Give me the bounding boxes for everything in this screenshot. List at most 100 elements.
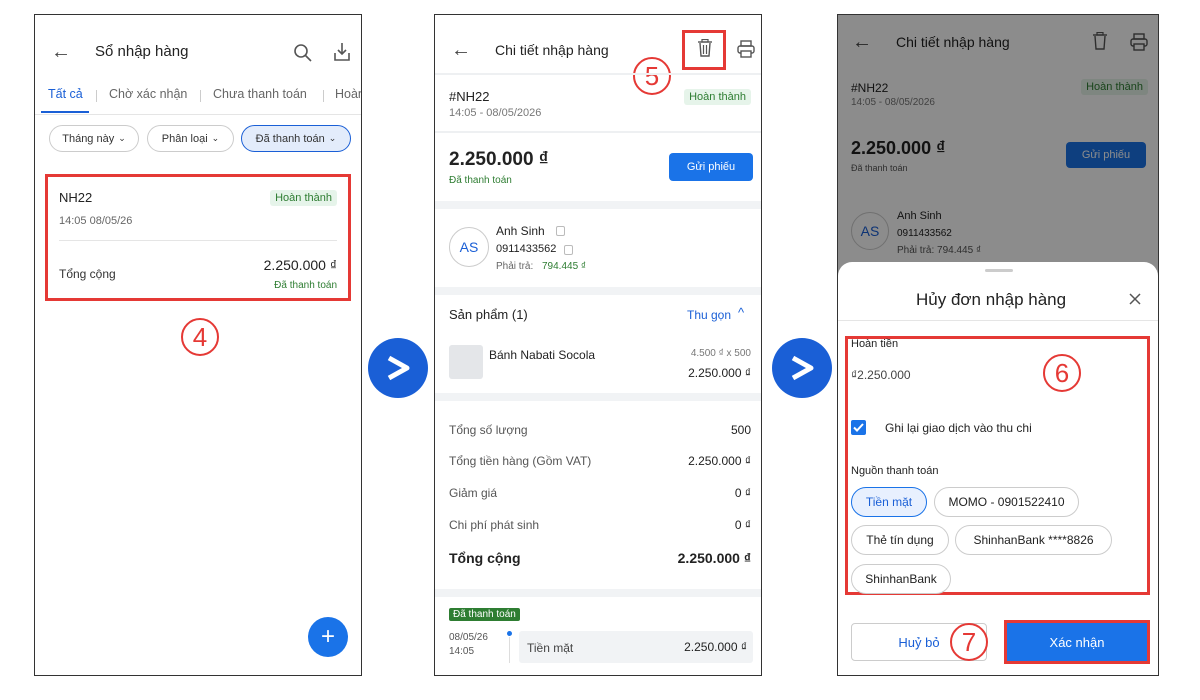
sheet-title: Hủy đơn nhập hàng (916, 290, 1067, 309)
filter-month[interactable]: Tháng này ⌄ (49, 125, 139, 152)
next-step-arrow-icon (772, 338, 832, 398)
products-header: Sản phẩm (1) (449, 307, 528, 322)
tab-divider (323, 90, 324, 102)
chevron-down-icon: ⌄ (328, 133, 337, 143)
order-amount: 2.250.000 ₫ (449, 149, 549, 170)
step-marker-4: 4 (181, 318, 219, 356)
filter-bar: Tháng này ⌄ Phân loại ⌄ Đã thanh toán ⌄ (35, 125, 361, 153)
filter-payment-label: Đã thanh toán (255, 132, 325, 145)
print-icon[interactable] (737, 40, 755, 58)
timeline-line (509, 637, 510, 663)
status-badge: Hoàn thành (270, 190, 337, 206)
payment-date: 08/05/26 (449, 632, 488, 643)
step-marker-6: 6 (1043, 354, 1081, 392)
payable-value: 794.445 ₫ (542, 261, 587, 272)
payment-amount: 2.250.000 ₫ (684, 640, 747, 654)
chevron-down-icon: ⌄ (211, 133, 220, 143)
source-option-shinhan[interactable]: ShinhanBank (851, 564, 951, 594)
chevron-up-icon[interactable]: ^ (738, 305, 744, 320)
source-option-momo[interactable]: MOMO - 0901522410 (934, 487, 1079, 517)
payment-source-label: Nguồn thanh toán (851, 465, 939, 477)
cancel-order-sheet: Hủy đơn nhập hàng Hoàn tiền ₫2.250.000 6… (838, 262, 1158, 675)
divider (435, 73, 761, 75)
source-option-shinhan-8826[interactable]: ShinhanBank ****8826 (955, 525, 1112, 555)
payment-method: Tiền mặt (527, 641, 574, 655)
summary-value: 500 (730, 423, 751, 437)
screen-cancel-order: ← Chi tiết nhập hàng #NH22 Hoàn thành 14… (837, 14, 1159, 676)
screen-order-list: ← Sổ nhập hàng Tất cả Chờ xác nhận Chưa … (34, 14, 362, 676)
page-title: Chi tiết nhập hàng (495, 42, 609, 58)
divider (435, 131, 761, 133)
download-icon[interactable] (333, 42, 351, 62)
record-transaction-checkbox[interactable] (851, 420, 866, 435)
supplier-phone: 0911433562 (496, 243, 557, 255)
product-total: 2.250.000 ₫ (688, 366, 751, 380)
copy-icon[interactable] (564, 245, 573, 255)
divider (838, 320, 1158, 321)
add-order-button[interactable]: + (308, 617, 348, 657)
payment-tag: Đã thanh toán (449, 608, 520, 621)
tab-all[interactable]: Tất cả (48, 87, 83, 101)
close-icon[interactable] (1129, 293, 1141, 305)
tab-completed[interactable]: Hoàn (335, 87, 361, 101)
divider (59, 240, 337, 241)
back-arrow-icon[interactable]: ← (51, 41, 71, 64)
section-separator (435, 287, 761, 295)
tab-divider (96, 90, 97, 102)
avatar: AS (449, 227, 489, 267)
order-time: 14:05 08/05/26 (59, 215, 133, 227)
summary-label: Giảm giá (449, 486, 498, 500)
grand-total-value: 2.250.000 ₫ (677, 550, 751, 566)
summary-value: 0 ₫ (734, 486, 751, 500)
source-option-credit-card[interactable]: Thẻ tín dụng (851, 525, 949, 555)
delete-highlight (682, 30, 726, 70)
drag-handle[interactable] (985, 269, 1013, 272)
order-code: #NH22 (449, 89, 490, 104)
timeline-dot (507, 631, 512, 636)
summary-value: 2.250.000 ₫ (688, 454, 751, 468)
header: ← Sổ nhập hàng (35, 37, 361, 69)
step-marker-7: 7 (950, 623, 988, 661)
order-card[interactable]: NH22 Hoàn thành 14:05 08/05/26 Tổng cộng… (45, 174, 351, 301)
grand-total-label: Tổng cộng (449, 550, 521, 566)
next-step-arrow-icon (368, 338, 428, 398)
copy-icon[interactable] (556, 226, 565, 236)
payable-label: Phải trả: (496, 261, 534, 272)
summary-label: Tổng số lượng (449, 423, 528, 437)
order-datetime: 14:05 - 08/05/2026 (449, 107, 542, 119)
product-price-qty: 4.500 ₫ x 500 (690, 348, 751, 359)
payment-status: Đã thanh toán (274, 280, 337, 291)
filter-category[interactable]: Phân loại ⌄ (147, 125, 234, 152)
filter-payment-status[interactable]: Đã thanh toán ⌄ (241, 125, 351, 152)
record-transaction-label: Ghi lại giao dịch vào thu chi (885, 421, 1032, 435)
source-option-cash[interactable]: Tiền mặt (851, 487, 927, 517)
section-separator (435, 589, 761, 597)
chevron-down-icon: ⌄ (118, 133, 126, 143)
total-label: Tổng cộng (59, 267, 116, 281)
section-separator (435, 393, 761, 401)
product-image (449, 345, 483, 379)
summary-label: Chi phí phát sinh (449, 518, 540, 532)
send-receipt-button[interactable]: Gửi phiếu (669, 153, 753, 181)
tab-unpaid[interactable]: Chưa thanh toán (213, 87, 307, 101)
payment-time: 14:05 (449, 646, 475, 657)
tab-divider (200, 90, 201, 102)
screen-order-detail: ← Chi tiết nhập hàng 5 #NH22 Hoàn thành … (434, 14, 762, 676)
status-tabs: Tất cả Chờ xác nhận Chưa thanh toán Hoàn (35, 85, 361, 115)
order-code: NH22 (59, 190, 93, 205)
refund-label: Hoàn tiền (851, 338, 899, 350)
search-icon[interactable] (293, 43, 313, 63)
payment-entry: Tiền mặt 2.250.000 ₫ (519, 631, 753, 663)
total-value: 2.250.000 ₫ (263, 257, 337, 273)
refund-amount-input[interactable]: ₫2.250.000 (851, 368, 911, 382)
summary-label: Tổng tiền hàng (Gồm VAT) (449, 454, 592, 468)
confirm-highlight (1004, 620, 1150, 664)
tab-pending[interactable]: Chờ xác nhận (109, 87, 187, 101)
back-arrow-icon[interactable]: ← (451, 39, 471, 62)
page-title: Sổ nhập hàng (95, 43, 189, 60)
product-name: Bánh Nabati Socola (489, 348, 596, 362)
filter-category-label: Phân loại (161, 132, 208, 145)
payment-status: Đã thanh toán (449, 175, 512, 186)
section-separator (435, 201, 761, 209)
collapse-link[interactable]: Thu gọn (687, 308, 731, 322)
